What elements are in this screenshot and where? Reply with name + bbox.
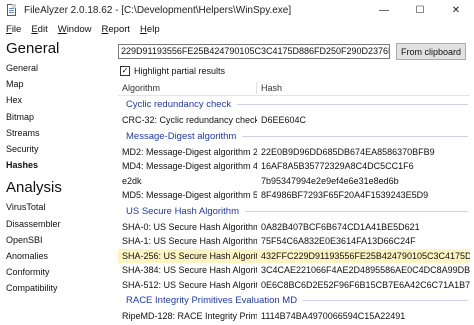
menu-label: eport bbox=[108, 23, 131, 35]
column-header-algorithm[interactable]: Algorithm bbox=[118, 83, 257, 93]
group-divider bbox=[245, 210, 468, 212]
menu-label: indow bbox=[66, 23, 92, 35]
algorithm-cell: SHA-1: US Secure Hash Algorithm 1 bbox=[122, 236, 257, 247]
group-title: Cyclic redundancy check bbox=[126, 99, 232, 110]
menu-accel: H bbox=[140, 23, 147, 35]
sidebar-item-general[interactable]: General bbox=[0, 60, 114, 76]
table-row[interactable]: MD4: Message-Digest algorithm 4 16AF8A5B3… bbox=[118, 159, 470, 174]
algorithm-cell: e2dk bbox=[122, 175, 142, 186]
menu-item-file[interactable]: File bbox=[6, 24, 21, 35]
table-row[interactable]: SHA-256: US Secure Hash Algorithm 432FFC2… bbox=[118, 248, 470, 263]
menu-label: elp bbox=[146, 23, 160, 35]
sidebar-item-bitmap[interactable]: Bitmap bbox=[0, 109, 114, 125]
sidebar-item-disassembler[interactable]: Disassembler bbox=[0, 216, 114, 232]
table-row[interactable]: SHA-1: US Secure Hash Algorithm 1 75F54C6… bbox=[118, 234, 470, 249]
table-row[interactable]: SHA-384: US Secure Hash Algorithm 3C4CAE2… bbox=[118, 263, 470, 278]
sidebar-item-map[interactable]: Map bbox=[0, 76, 114, 92]
sidebar-item-conformity[interactable]: Conformity bbox=[0, 264, 114, 280]
sidebar-item-hex[interactable]: Hex bbox=[0, 92, 114, 108]
group-header[interactable]: Message-Digest algorithm bbox=[118, 128, 470, 145]
hash-cell: 1114B74BA4970066594C15A22491 bbox=[261, 311, 406, 322]
algorithm-cell: SHA-0: US Secure Hash Algorithm 0 bbox=[122, 221, 257, 232]
group-title: US Secure Hash Algorithm bbox=[126, 205, 239, 217]
maximize-button[interactable]: ☐ bbox=[402, 0, 438, 20]
menu-item-edit[interactable]: Edit bbox=[31, 24, 47, 35]
highlight-partial-toggle[interactable]: ✓ Highlight partial results bbox=[120, 65, 225, 77]
hash-cell: 22E0B9D96DD685DB674EA8586370BFB9 bbox=[261, 146, 435, 157]
minimize-button[interactable]: — bbox=[366, 0, 402, 20]
group-divider bbox=[303, 300, 468, 301]
table-row[interactable]: CRC-32: Cyclic redundancy check... D6EE60… bbox=[118, 113, 470, 128]
group-title: RACE Integrity Primitives Evaluation MD bbox=[126, 295, 298, 306]
hash-cell: 8F4986BF7293F65F20A4F1539243E5D9 bbox=[261, 190, 429, 201]
from-clipboard-button[interactable]: From clipboard bbox=[396, 43, 466, 60]
group-header[interactable]: RACE Integrity Primitives Evaluation MD bbox=[118, 292, 470, 309]
window-title: FileAlyzer 2.0.18.62 - [C:\Development\H… bbox=[24, 4, 292, 16]
table-row[interactable]: SHA-512: US Secure Hash Algorithm 0E6C8BC… bbox=[118, 278, 470, 293]
menu-item-window[interactable]: Window bbox=[58, 24, 92, 35]
hash-cell: 432FFC229D91193556FE25B424790105C3C4175D… bbox=[261, 250, 470, 261]
sidebar: General General Map Hex Bitmap Streams Securit… bbox=[0, 38, 114, 325]
highlight-checkbox[interactable]: ✓ bbox=[120, 66, 130, 76]
hash-cell: 0A82B407BCF6B674CD1A41BE5D621 bbox=[261, 221, 420, 232]
menu-item-report[interactable]: Report bbox=[102, 24, 131, 35]
menu-label: dit bbox=[37, 23, 48, 35]
hash-cell: D6EE604C bbox=[261, 115, 307, 126]
hash-cell: 7b95347994e2e9ef4e6e31e8ed6b bbox=[261, 175, 399, 186]
group-header[interactable]: Cyclic redundancy check bbox=[118, 96, 470, 113]
hash-cell: 0E6C8BC6D2E52F96F6B15CB7E6A42C6C71A1B71 bbox=[261, 279, 470, 290]
algorithm-cell: RipeMD-128: RACE Integrity Primiti bbox=[122, 311, 257, 322]
algorithm-cell: SHA-512: US Secure Hash Algorithm bbox=[122, 279, 257, 290]
menu-accel: W bbox=[57, 23, 67, 35]
table-row[interactable]: SHA-0: US Secure Hash Algorithm 0 0A82B40… bbox=[118, 220, 470, 235]
sidebar-item-anomalies[interactable]: Anomalies bbox=[0, 248, 114, 264]
group-divider bbox=[237, 104, 468, 105]
highlight-label: Highlight partial results bbox=[134, 66, 226, 76]
algorithm-cell: MD5: Message-Digest algorithm 5 bbox=[122, 190, 257, 201]
list-header: Algorithm Hash bbox=[118, 80, 470, 96]
hashes-panel: 229D91193556FE25B424790105C3C4175D886FD2… bbox=[114, 38, 474, 325]
group-divider bbox=[242, 135, 468, 137]
hash-list: Algorithm Hash Cyclic redundancy check CR… bbox=[118, 80, 470, 325]
hash-cell: 16AF8A5B35772329A8C4DC5CC1F6 bbox=[261, 161, 414, 172]
sidebar-item-hashes[interactable]: Hashes bbox=[0, 157, 114, 173]
menu-item-help[interactable]: Help bbox=[140, 24, 160, 35]
general-heading: General bbox=[6, 40, 60, 57]
hash-cell: 75F54C6A832E0E3614FA13D66C24F bbox=[261, 236, 416, 247]
algorithm-cell: MD4: Message-Digest algorithm 4 bbox=[122, 161, 257, 172]
analysis-heading: Analysis bbox=[6, 179, 62, 197]
algorithm-cell: SHA-256: US Secure Hash Algorithm bbox=[122, 250, 257, 261]
sidebar-item-security[interactable]: Security bbox=[0, 141, 114, 157]
group-header[interactable]: US Secure Hash Algorithm bbox=[118, 203, 470, 220]
close-button[interactable]: ✕ bbox=[438, 0, 474, 20]
sidebar-item-streams[interactable]: Streams bbox=[0, 125, 114, 141]
hash-cell: 3C4CAE221066F4AE2D4895586AE0C4DC8A99DB07 bbox=[261, 265, 470, 276]
algorithm-cell: CRC-32: Cyclic redundancy check... bbox=[122, 115, 257, 126]
menu-label: ile bbox=[11, 23, 22, 35]
group-title: Message-Digest algorithm bbox=[126, 130, 237, 142]
sidebar-item-opensbi[interactable]: OpenSBI bbox=[0, 232, 114, 248]
algorithm-cell: SHA-384: US Secure Hash Algorithm bbox=[122, 265, 257, 276]
menu-bar: File Edit Window Report Help bbox=[0, 20, 474, 38]
hash-search-input[interactable]: 229D91193556FE25B424790105C3C4175D886FD2… bbox=[118, 44, 390, 59]
app-icon bbox=[6, 4, 18, 16]
algorithm-cell: MD2: Message-Digest algorithm 2 bbox=[122, 146, 257, 157]
table-row[interactable]: MD2: Message-Digest algorithm 2 22E0B9D96… bbox=[118, 145, 470, 160]
sidebar-item-compatibility[interactable]: Compatibility bbox=[0, 280, 114, 296]
table-row[interactable]: e2dk 7b95347994e2e9ef4e6e31e8ed6b bbox=[118, 174, 470, 189]
table-row[interactable]: RipeMD-128: RACE Integrity Primiti 1114B7… bbox=[118, 309, 470, 324]
column-header-hash[interactable]: Hash bbox=[257, 83, 470, 93]
table-row[interactable]: MD5: Message-Digest algorithm 5 8F4986BF7… bbox=[118, 188, 470, 203]
title-bar: FileAlyzer 2.0.18.62 - [C:\Development\H… bbox=[0, 0, 474, 20]
sidebar-item-virustotal[interactable]: VirusTotal bbox=[0, 199, 114, 215]
